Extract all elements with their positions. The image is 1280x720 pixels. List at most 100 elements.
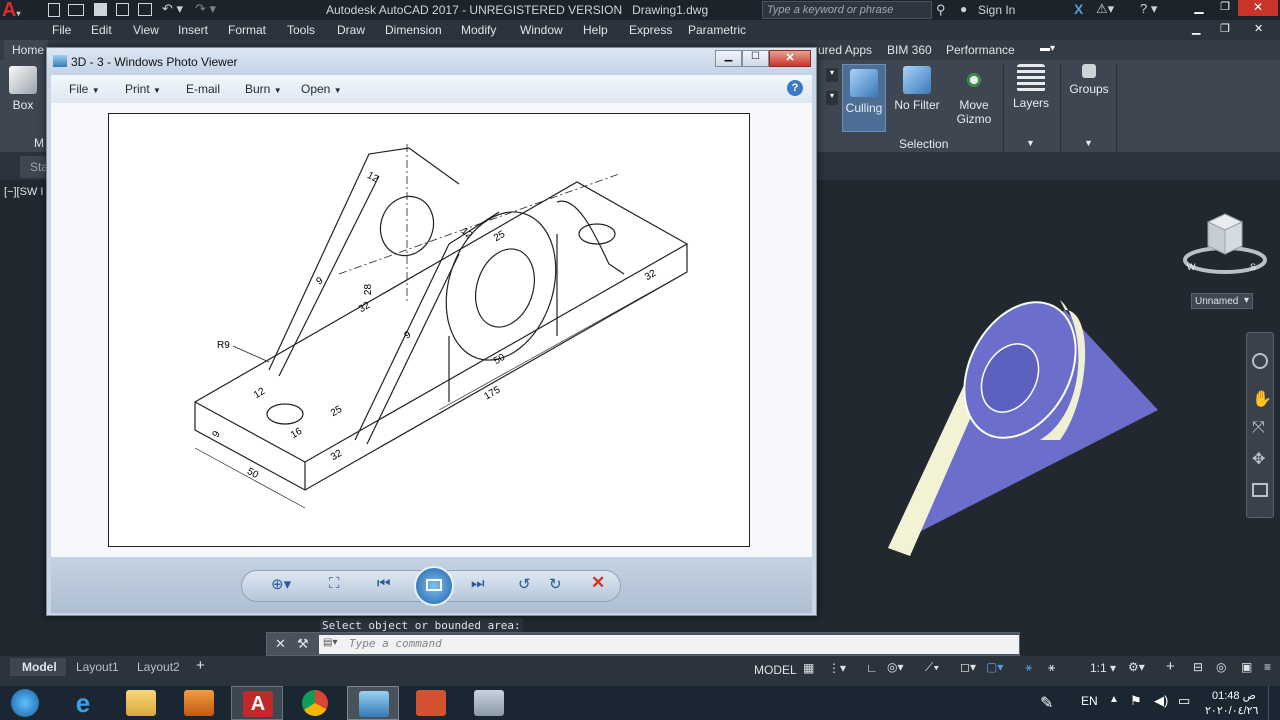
menu-parametric[interactable]: Parametric bbox=[688, 23, 746, 37]
taskbar-autocad[interactable]: A bbox=[231, 686, 283, 720]
clock-time[interactable]: 01:48 ص bbox=[1212, 689, 1256, 702]
volume-icon[interactable]: ◀) bbox=[1154, 693, 1168, 709]
viewer-menu-print[interactable]: Print ▼ bbox=[125, 82, 161, 96]
quick-access-saveas-icon[interactable] bbox=[116, 3, 129, 16]
tab-featured-apps[interactable]: ured Apps bbox=[818, 43, 872, 57]
steering-wheel-icon[interactable] bbox=[1252, 353, 1268, 369]
taskbar-explorer[interactable] bbox=[115, 686, 167, 720]
no-filter-button[interactable]: No Filter bbox=[892, 66, 942, 112]
slideshow-button[interactable] bbox=[414, 566, 454, 606]
layout-tab-layout1[interactable]: Layout1 bbox=[76, 660, 119, 674]
isolate-objects-icon[interactable]: ◎ bbox=[1216, 660, 1226, 674]
selection-cycling-icon[interactable]: ▢▾ bbox=[986, 660, 1003, 674]
exchange-icon[interactable]: X bbox=[1074, 1, 1083, 17]
viewer-menu-file[interactable]: File ▼ bbox=[69, 82, 100, 96]
showmotion-icon[interactable] bbox=[1252, 483, 1268, 497]
viewer-menu-email[interactable]: E-mail bbox=[186, 82, 220, 96]
close-button[interactable]: ✕ bbox=[1238, 0, 1278, 16]
menu-file[interactable]: File bbox=[52, 23, 71, 37]
clock-date[interactable]: ٢٠٢٠/٠٤/٢٦ bbox=[1205, 704, 1258, 717]
units-icon[interactable]: ⊟ bbox=[1193, 660, 1203, 674]
show-hidden-icons[interactable]: ▲ bbox=[1109, 694, 1119, 705]
annotation-monitor-icon[interactable]: + bbox=[1166, 658, 1175, 675]
auto-scale-icon[interactable]: ⚹ bbox=[1048, 660, 1055, 675]
viewer-menu-burn[interactable]: Burn ▼ bbox=[245, 82, 282, 96]
binoculars-icon[interactable]: ⚲ bbox=[936, 2, 946, 18]
photo-viewer-title-bar[interactable]: 3D - 3 - Windows Photo Viewer ▁ ☐ ✕ bbox=[47, 48, 816, 75]
taskbar-photo-viewer[interactable] bbox=[347, 686, 399, 720]
customization-icon[interactable]: ≡ bbox=[1264, 660, 1271, 674]
move-gizmo-button[interactable]: Move Gizmo bbox=[952, 66, 996, 126]
dropdown-arrow-1[interactable]: ▾ bbox=[826, 68, 838, 82]
actual-size-icon[interactable]: ⛶ bbox=[329, 575, 340, 592]
start-button[interactable] bbox=[4, 687, 46, 719]
tab-performance[interactable]: Performance bbox=[946, 43, 1015, 57]
named-view-dropdown[interactable]: Unnamed ▾ bbox=[1191, 293, 1253, 309]
dropdown-arrow-2[interactable]: ▾ bbox=[826, 91, 838, 105]
isodraft-icon[interactable]: ⟋▾ bbox=[925, 660, 939, 675]
menu-help[interactable]: Help bbox=[583, 23, 608, 37]
groups-expand-icon[interactable]: ▼ bbox=[1084, 138, 1093, 148]
quick-access-open-icon[interactable] bbox=[68, 4, 84, 16]
orbit-icon[interactable]: ✥ bbox=[1252, 449, 1265, 469]
pan-icon[interactable]: ✋ bbox=[1252, 389, 1272, 409]
menu-edit[interactable]: Edit bbox=[91, 23, 112, 37]
polar-icon[interactable]: ◎▾ bbox=[887, 660, 904, 674]
menu-express[interactable]: Express bbox=[629, 23, 672, 37]
search-input[interactable]: Type a keyword or phrase bbox=[767, 4, 893, 16]
rotate-clockwise-icon[interactable]: ↻ bbox=[549, 575, 562, 593]
photo-viewer-window[interactable]: 3D - 3 - Windows Photo Viewer ▁ ☐ ✕ File… bbox=[46, 47, 817, 616]
menu-tools[interactable]: Tools bbox=[287, 23, 315, 37]
viewer-minimize-button[interactable]: ▁ bbox=[715, 50, 742, 67]
groups-button[interactable]: Groups bbox=[1066, 64, 1112, 96]
autodesk-a360-icon[interactable]: ⚠▾ bbox=[1096, 1, 1114, 17]
delete-icon[interactable]: ✕ bbox=[591, 573, 605, 593]
tab-bim360[interactable]: BIM 360 bbox=[887, 43, 932, 57]
ribbon-options-icon[interactable]: ▬▾ bbox=[1040, 43, 1060, 55]
model-space-button[interactable]: MODEL bbox=[750, 660, 797, 680]
menu-modify[interactable]: Modify bbox=[461, 23, 496, 37]
taskbar-powerpoint[interactable] bbox=[405, 686, 457, 720]
menu-format[interactable]: Format bbox=[228, 23, 266, 37]
snap-icon[interactable]: ⋮▾ bbox=[828, 661, 846, 675]
layers-button[interactable]: Layers bbox=[1008, 64, 1054, 110]
redo-icon[interactable]: ↷ ▾ bbox=[195, 1, 216, 17]
network-icon[interactable]: ▭ bbox=[1178, 693, 1190, 709]
command-input[interactable]: ▤▾ Type a command bbox=[319, 635, 1019, 654]
ortho-icon[interactable]: ∟ bbox=[866, 661, 878, 675]
previous-icon[interactable]: ⏮ bbox=[377, 575, 391, 592]
minimize-button[interactable]: ▁ bbox=[1186, 0, 1212, 16]
action-center-icon[interactable]: ✎ bbox=[1040, 693, 1053, 713]
zoom-extents-icon[interactable]: ⤧ bbox=[1252, 419, 1265, 437]
annotation-scale-button[interactable]: 1:1 ▾ bbox=[1090, 661, 1116, 675]
help-icon[interactable]: ? ▾ bbox=[1140, 1, 1157, 17]
layout-tab-model[interactable]: Model bbox=[10, 658, 66, 676]
viewport-controls[interactable]: [−][SW I bbox=[4, 186, 43, 198]
menu-draw[interactable]: Draw bbox=[337, 23, 365, 37]
rotate-counterclockwise-icon[interactable]: ↺ bbox=[518, 575, 531, 593]
menu-view[interactable]: View bbox=[133, 23, 159, 37]
taskbar-calculator[interactable] bbox=[463, 686, 515, 720]
doc-close-button[interactable]: ✕ bbox=[1254, 22, 1263, 35]
annotation-visibility-icon[interactable]: ⚹ bbox=[1025, 660, 1032, 675]
layout-tab-layout2[interactable]: Layout2 bbox=[137, 660, 180, 674]
layers-expand-icon[interactable]: ▼ bbox=[1026, 138, 1035, 148]
language-indicator[interactable]: EN bbox=[1081, 694, 1098, 708]
customize-wrench-icon[interactable]: ⚒ bbox=[297, 636, 309, 652]
quick-access-new-icon[interactable] bbox=[48, 3, 60, 17]
menu-insert[interactable]: Insert bbox=[178, 23, 208, 37]
autocad-logo-icon[interactable]: A▾ bbox=[2, 0, 32, 20]
show-desktop-button[interactable] bbox=[1268, 686, 1280, 720]
grid-icon[interactable]: ▦ bbox=[803, 661, 814, 675]
object-snap-icon[interactable]: ◻▾ bbox=[960, 660, 976, 674]
viewer-menu-open[interactable]: Open ▼ bbox=[301, 82, 342, 96]
taskbar-chrome[interactable] bbox=[289, 686, 341, 720]
next-icon[interactable]: ⏭ bbox=[471, 575, 485, 592]
taskbar-media-player[interactable] bbox=[173, 686, 225, 720]
undo-icon[interactable]: ↶ ▾ bbox=[162, 1, 183, 17]
zoom-icon[interactable]: ⊕▾ bbox=[271, 575, 291, 593]
viewer-maximize-button[interactable]: ☐ bbox=[742, 50, 769, 67]
restore-button[interactable]: ❐ bbox=[1212, 0, 1238, 16]
viewcube-south-label[interactable]: S bbox=[1250, 262, 1256, 272]
workspace-gear-icon[interactable]: ⚙▾ bbox=[1128, 660, 1145, 674]
